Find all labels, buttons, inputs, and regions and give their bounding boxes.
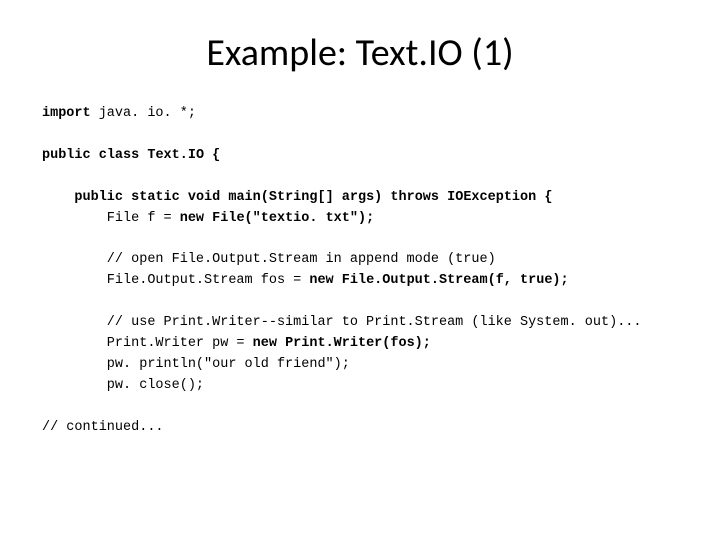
kw-class: class [99, 148, 140, 163]
kw-new: new [309, 273, 333, 288]
code-text [512, 273, 520, 288]
code-text: // continued... [42, 420, 164, 435]
code-text: java. io. *; [91, 106, 196, 121]
kw-public: public [42, 148, 91, 163]
code-text [204, 211, 212, 226]
code-text: ); [552, 273, 568, 288]
ctor-call: File("textio. txt"); [212, 211, 374, 226]
kw-new: new [180, 211, 204, 226]
kw-public: public [42, 190, 123, 205]
page-title: Example: Text.IO (1) [0, 30, 720, 76]
code-text [123, 190, 131, 205]
method-sig: main(String[] args) [228, 190, 382, 205]
code-text: File.Output.Stream fos = [42, 273, 309, 288]
class-name: Text.IO { [147, 148, 220, 163]
code-text: pw. println("our old friend"); [42, 357, 350, 372]
code-text [439, 190, 447, 205]
kw-static: static [131, 190, 180, 205]
comment: // open File.Output.Stream in append mod… [42, 252, 496, 267]
slide: Example: Text.IO (1) import java. io. *;… [0, 30, 720, 540]
kw-void: void [188, 190, 220, 205]
kw-new: new [253, 336, 277, 351]
kw-true: true [520, 273, 552, 288]
code-text [334, 273, 342, 288]
comment: // use Print.Writer--similar to Print.St… [42, 315, 642, 330]
kw-throws: throws [390, 190, 439, 205]
exception-name: IOException { [447, 190, 552, 205]
ctor-call: File.Output.Stream(f, [342, 273, 512, 288]
kw-import: import [42, 106, 91, 121]
code-text: File f = [42, 211, 180, 226]
code-text [180, 190, 188, 205]
code-text [91, 148, 99, 163]
code-text [277, 336, 285, 351]
code-text: pw. close(); [42, 378, 204, 393]
ctor-call: Print.Writer(fos); [285, 336, 431, 351]
code-block: import java. io. *; public class Text.IO… [0, 104, 720, 439]
code-text: Print.Writer pw = [42, 336, 253, 351]
